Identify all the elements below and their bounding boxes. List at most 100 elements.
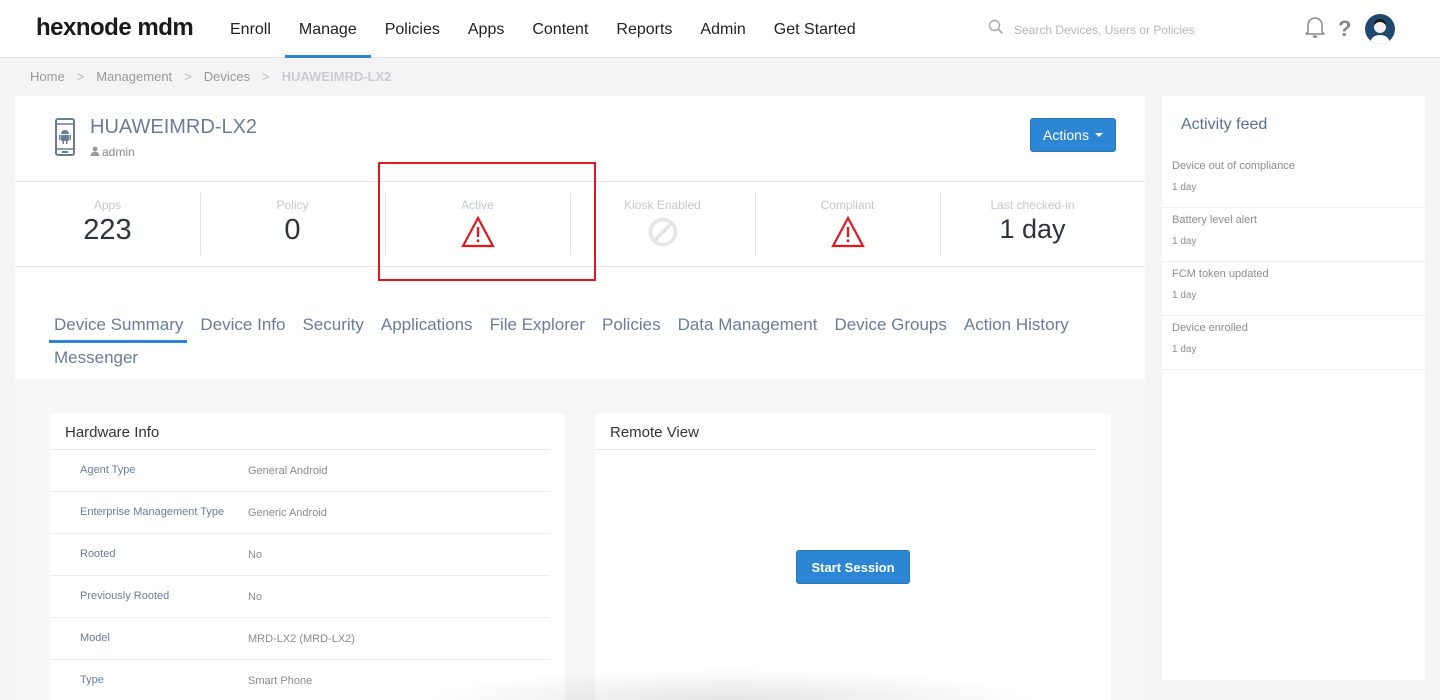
- warning-icon: [385, 216, 570, 248]
- tab-device-info[interactable]: Device Info: [195, 310, 297, 343]
- tab-action-history[interactable]: Action History: [959, 310, 1081, 343]
- activity-feed-title: Activity feed: [1181, 116, 1268, 133]
- chevron-right-icon: >: [262, 69, 270, 84]
- main-nav: Enroll Manage Policies Apps Content Repo…: [216, 0, 870, 58]
- disabled-icon: [570, 216, 755, 248]
- activity-title: Battery level alert: [1172, 214, 1257, 226]
- row-key: Model: [80, 631, 110, 644]
- search-input[interactable]: [1014, 22, 1254, 37]
- stat-label: Kiosk Enabled: [624, 198, 701, 212]
- tab-file-explorer[interactable]: File Explorer: [485, 310, 597, 343]
- nav-item-admin[interactable]: Admin: [686, 0, 759, 58]
- list-item[interactable]: Device out of compliance 1 day: [1162, 154, 1425, 208]
- hardware-info-panel: Hardware Info Agent Type General Android…: [50, 414, 565, 700]
- table-row: Type Smart Phone: [50, 660, 550, 700]
- row-value: Generic Android: [248, 506, 327, 519]
- breadcrumb: Home > Management > Devices > HUAWEIMRD-…: [30, 69, 391, 84]
- stat-policy[interactable]: Policy 0: [200, 182, 385, 266]
- activity-title: Device out of compliance: [1172, 160, 1295, 172]
- nav-item-get-started[interactable]: Get Started: [760, 0, 870, 58]
- hexnode-logo[interactable]: hexnode mdm: [36, 14, 194, 42]
- device-name: HUAWEIMRD-LX2: [90, 116, 258, 138]
- user-avatar[interactable]: [1365, 14, 1396, 44]
- list-item[interactable]: Battery level alert 1 day: [1162, 208, 1425, 262]
- warning-icon: [755, 216, 940, 248]
- breadcrumb-home[interactable]: Home: [30, 69, 65, 84]
- table-row: Rooted No: [50, 534, 550, 576]
- breadcrumb-devices[interactable]: Devices: [204, 69, 250, 84]
- tab-applications[interactable]: Applications: [376, 310, 485, 343]
- tab-device-summary[interactable]: Device Summary: [49, 310, 195, 343]
- list-item[interactable]: FCM token updated 1 day: [1162, 262, 1425, 316]
- table-row: Previously Rooted No: [50, 576, 550, 618]
- row-key: Previously Rooted: [80, 589, 170, 602]
- tab-security[interactable]: Security: [297, 310, 375, 343]
- row-key: Enterprise Management Type: [80, 505, 225, 518]
- tab-device-groups[interactable]: Device Groups: [829, 310, 958, 343]
- stat-kiosk-enabled: Kiosk Enabled: [570, 182, 755, 266]
- list-item[interactable]: Device enrolled 1 day: [1162, 316, 1425, 370]
- actions-dropdown-button[interactable]: Actions: [1030, 118, 1116, 152]
- device-header-card: HUAWEIMRD-LX2 admin Actions Apps 223 Pol…: [15, 96, 1145, 378]
- remote-view-panel: Remote View Start Session: [595, 414, 1111, 700]
- activity-time: 1 day: [1172, 236, 1197, 247]
- bell-icon[interactable]: [1304, 15, 1326, 44]
- stat-value: 223: [83, 214, 132, 246]
- search-icon[interactable]: [988, 19, 1004, 40]
- android-phone-icon: [55, 118, 75, 161]
- activity-title: FCM token updated: [1172, 268, 1269, 280]
- breadcrumb-management[interactable]: Management: [96, 69, 172, 84]
- tab-data-management[interactable]: Data Management: [673, 310, 830, 343]
- caret-down-icon: [1094, 133, 1103, 137]
- stat-apps[interactable]: Apps 223: [15, 182, 200, 266]
- nav-item-reports[interactable]: Reports: [602, 0, 686, 58]
- table-row: Agent Type General Android: [50, 450, 550, 492]
- owner-name[interactable]: admin: [102, 145, 135, 159]
- breadcrumb-current-device: HUAWEIMRD-LX2: [281, 69, 392, 84]
- row-value: Smart Phone: [248, 675, 313, 687]
- chevron-right-icon: >: [184, 69, 192, 84]
- stat-label: Compliant: [820, 198, 875, 212]
- row-key: Rooted: [80, 547, 116, 560]
- actions-label: Actions: [1043, 127, 1089, 143]
- device-tabs: Device Summary Device Info Security Appl…: [49, 310, 1129, 376]
- nav-item-content[interactable]: Content: [518, 0, 602, 58]
- stat-compliant: Compliant: [755, 182, 940, 266]
- row-key: Type: [80, 674, 104, 686]
- table-row: Model MRD-LX2 (MRD-LX2): [50, 618, 550, 660]
- help-icon[interactable]: ?: [1338, 16, 1351, 42]
- device-stats-bar: Apps 223 Policy 0 Active Kiosk Enabled C…: [15, 181, 1145, 267]
- device-details-main: HUAWEIMRD-LX2 admin Actions Apps 223 Pol…: [15, 96, 1145, 700]
- activity-time: 1 day: [1172, 344, 1197, 355]
- nav-item-policies[interactable]: Policies: [371, 0, 454, 58]
- nav-item-enroll[interactable]: Enroll: [216, 0, 285, 58]
- stat-value: 0: [284, 214, 301, 246]
- global-search: [988, 19, 1254, 40]
- top-navigation-bar: hexnode mdm Enroll Manage Policies Apps …: [0, 0, 1440, 58]
- stat-label: Apps: [93, 198, 122, 212]
- row-value: General Android: [248, 464, 328, 477]
- stat-label: Last checked-in: [990, 198, 1075, 212]
- activity-feed: Activity feed Device out of compliance 1…: [1162, 96, 1425, 680]
- table-row: Enterprise Management Type Generic Andro…: [50, 492, 550, 534]
- device-owner: admin: [90, 145, 135, 159]
- user-icon: [90, 145, 100, 159]
- activity-title: Device enrolled: [1172, 322, 1248, 334]
- nav-item-apps[interactable]: Apps: [454, 0, 518, 58]
- stat-active: Active: [385, 182, 570, 266]
- row-value: No: [248, 590, 263, 603]
- activity-time: 1 day: [1172, 290, 1197, 301]
- header-actions: ?: [1304, 14, 1396, 44]
- hardware-info-title: Hardware Info: [50, 414, 550, 450]
- remote-view-title: Remote View: [595, 414, 1096, 450]
- stat-label: Active: [461, 198, 494, 212]
- stat-label: Policy: [276, 198, 309, 212]
- nav-item-manage[interactable]: Manage: [284, 0, 371, 58]
- row-value: No: [248, 548, 263, 561]
- activity-time: 1 day: [1172, 182, 1197, 193]
- tab-policies[interactable]: Policies: [597, 310, 673, 343]
- row-key: Agent Type: [80, 463, 136, 476]
- start-session-button[interactable]: Start Session: [796, 550, 910, 584]
- tab-messenger[interactable]: Messenger: [49, 343, 150, 376]
- stat-last-checked-in: Last checked-in 1 day: [940, 182, 1125, 266]
